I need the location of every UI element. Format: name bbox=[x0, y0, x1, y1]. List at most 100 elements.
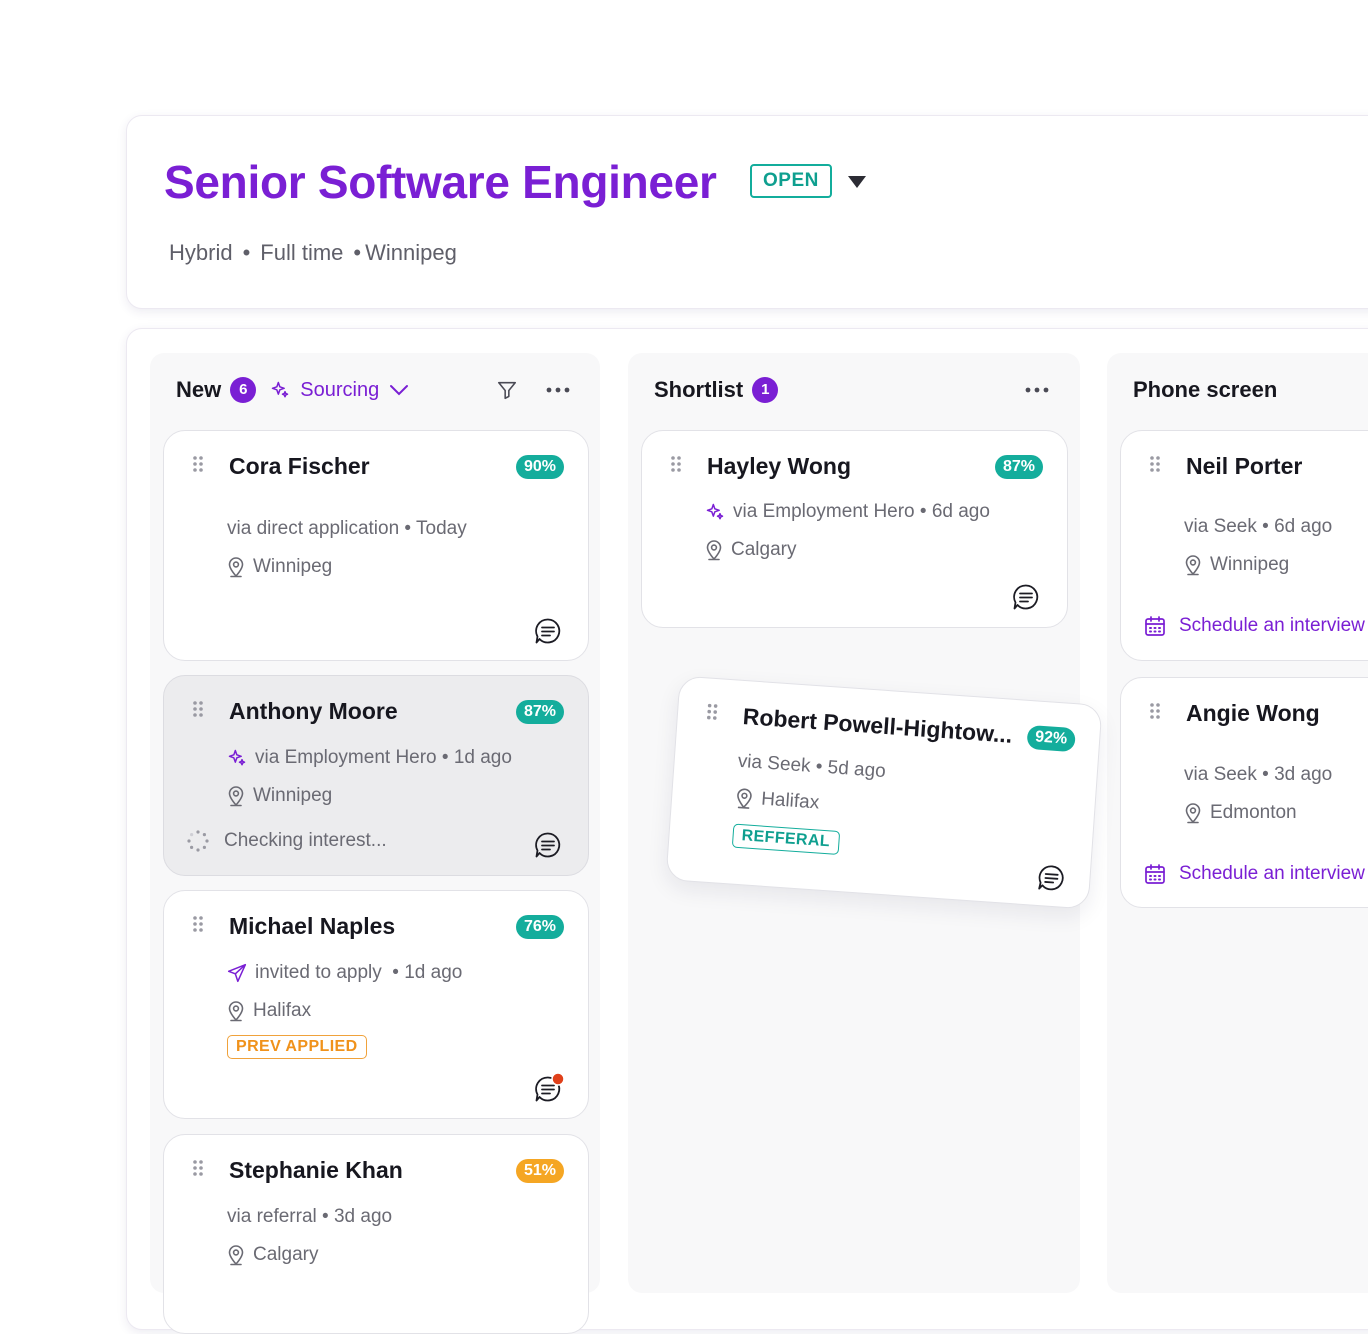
column-shortlist-header: Shortlist 1 bbox=[654, 370, 779, 410]
candidate-source-text: via Seek • 3d ago bbox=[1184, 764, 1333, 785]
candidate-name[interactable]: Robert Powell-Hightow... bbox=[742, 703, 1013, 749]
sparkle-icon bbox=[706, 503, 724, 520]
drag-handle-icon[interactable] bbox=[192, 1159, 204, 1177]
location-pin-icon bbox=[228, 557, 244, 578]
loading-spinner-icon bbox=[187, 830, 209, 852]
candidate-name[interactable]: Angie Wong bbox=[1186, 700, 1320, 727]
more-options-icon[interactable] bbox=[546, 386, 570, 394]
meta-separator: • bbox=[353, 240, 362, 265]
chat-bubble-icon[interactable] bbox=[1037, 863, 1067, 893]
sourcing-label: Sourcing bbox=[300, 378, 380, 401]
candidate-source-text: via Seek • 5d ago bbox=[737, 750, 887, 783]
column-new-count: 6 bbox=[230, 377, 257, 403]
candidate-location: Halifax bbox=[735, 787, 820, 815]
sparkle-icon bbox=[272, 381, 289, 398]
location-pin-icon bbox=[228, 1001, 244, 1022]
candidate-card-cora-fischer[interactable]: Cora Fischer 90% via direct application … bbox=[163, 430, 589, 661]
drag-handle-icon[interactable] bbox=[670, 455, 682, 473]
candidate-source-text: via direct application • Today bbox=[227, 518, 467, 539]
candidate-card-angie-wong[interactable]: Angie Wong via Seek • 3d ago Edmonton Sc… bbox=[1120, 677, 1368, 908]
candidate-location-text: Edmonton bbox=[1210, 802, 1297, 823]
candidate-source-text: invited to apply • 1d ago bbox=[255, 962, 463, 983]
candidate-card-stephanie-khan[interactable]: Stephanie Khan 51% via referral • 3d ago… bbox=[163, 1134, 589, 1334]
job-dropdown-caret-icon[interactable] bbox=[848, 176, 866, 188]
column-new-header: New 6 Sourcing bbox=[176, 370, 419, 410]
prev-applied-tag: PREV APPLIED bbox=[227, 1035, 367, 1059]
schedule-interview-label: Schedule an interview bbox=[1179, 615, 1365, 636]
candidate-name[interactable]: Stephanie Khan bbox=[229, 1157, 403, 1184]
match-score-badge: 87% bbox=[994, 455, 1043, 479]
location-pin-icon bbox=[228, 786, 244, 807]
candidate-card-robert-powell-hightower[interactable]: Robert Powell-Hightow... 92% via Seek • … bbox=[665, 675, 1103, 910]
schedule-interview-link[interactable]: Schedule an interview bbox=[1143, 614, 1365, 638]
candidate-source: via Employment Hero • 6d ago bbox=[705, 501, 990, 523]
candidate-source: via Employment Hero • 1d ago bbox=[227, 747, 512, 769]
location-pin-icon bbox=[737, 788, 752, 809]
unread-dot-icon bbox=[551, 1072, 565, 1086]
meta-separator: • bbox=[242, 240, 251, 265]
match-score-badge: 87% bbox=[515, 700, 564, 724]
match-score-badge: 92% bbox=[1026, 724, 1076, 753]
drag-handle-icon[interactable] bbox=[192, 915, 204, 933]
drag-handle-icon[interactable] bbox=[192, 455, 204, 473]
candidate-location: Winnipeg bbox=[227, 785, 332, 807]
drag-handle-icon[interactable] bbox=[1149, 702, 1161, 720]
match-score-badge: 90% bbox=[515, 455, 564, 479]
candidate-location: Winnipeg bbox=[227, 556, 332, 578]
calendar-icon bbox=[1145, 616, 1165, 636]
candidate-name[interactable]: Hayley Wong bbox=[707, 453, 851, 480]
candidate-name[interactable]: Cora Fischer bbox=[229, 453, 370, 480]
candidate-card-hayley-wong[interactable]: Hayley Wong 87% via Employment Hero • 6d… bbox=[641, 430, 1068, 628]
schedule-interview-label: Schedule an interview bbox=[1179, 863, 1365, 884]
schedule-interview-link[interactable]: Schedule an interview bbox=[1143, 862, 1365, 886]
job-location: Winnipeg bbox=[365, 240, 457, 265]
paper-plane-icon bbox=[227, 963, 247, 983]
candidate-source: via Seek • 5d ago bbox=[737, 751, 886, 783]
calendar-icon bbox=[1145, 864, 1165, 884]
candidate-source-text: via referral • 3d ago bbox=[227, 1206, 393, 1227]
candidate-location-text: Winnipeg bbox=[253, 556, 333, 577]
location-pin-icon bbox=[228, 1245, 244, 1266]
candidate-source: via referral • 3d ago bbox=[227, 1206, 392, 1228]
candidate-location-text: Halifax bbox=[253, 1000, 312, 1021]
candidate-source-text: via Seek • 6d ago bbox=[1184, 516, 1333, 537]
location-pin-icon bbox=[1185, 803, 1201, 824]
candidate-location: Winnipeg bbox=[1184, 554, 1289, 576]
job-work-mode: Hybrid bbox=[169, 240, 233, 265]
candidate-card-anthony-moore[interactable]: Anthony Moore 87% via Employment Hero • … bbox=[163, 675, 589, 876]
candidate-status: Checking interest... bbox=[186, 829, 387, 853]
job-meta: Hybrid • Full time • Winnipeg bbox=[169, 240, 457, 266]
job-employment-type: Full time bbox=[260, 240, 344, 265]
candidate-name[interactable]: Neil Porter bbox=[1186, 453, 1302, 480]
candidate-source: via Seek • 6d ago bbox=[1184, 516, 1332, 538]
location-pin-icon bbox=[1185, 555, 1201, 576]
chat-bubble-icon[interactable] bbox=[1012, 583, 1040, 611]
candidate-card-michael-naples[interactable]: Michael Naples 76% invited to apply • 1d… bbox=[163, 890, 589, 1119]
candidate-name[interactable]: Michael Naples bbox=[229, 913, 395, 940]
candidate-name[interactable]: Anthony Moore bbox=[229, 698, 398, 725]
candidate-source-text: via Employment Hero • 6d ago bbox=[733, 501, 990, 522]
match-score-badge: 76% bbox=[515, 915, 564, 939]
candidate-location-text: Winnipeg bbox=[1210, 554, 1290, 575]
column-shortlist-title: Shortlist bbox=[654, 377, 744, 402]
more-options-icon[interactable] bbox=[1025, 386, 1049, 394]
candidate-card-neil-porter[interactable]: Neil Porter via Seek • 6d ago Winnipeg S… bbox=[1120, 430, 1368, 661]
chat-bubble-icon[interactable] bbox=[534, 831, 562, 859]
drag-handle-icon[interactable] bbox=[1149, 455, 1161, 473]
candidate-location: Calgary bbox=[227, 1244, 318, 1266]
candidate-status-text: Checking interest... bbox=[224, 830, 387, 851]
drag-handle-icon[interactable] bbox=[192, 700, 204, 718]
chat-bubble-icon[interactable] bbox=[534, 617, 562, 645]
drag-handle-icon[interactable] bbox=[706, 702, 719, 721]
candidate-source: via Seek • 3d ago bbox=[1184, 764, 1332, 786]
candidate-location: Halifax bbox=[227, 1000, 311, 1022]
candidate-location-text: Calgary bbox=[731, 539, 797, 560]
candidate-location-text: Halifax bbox=[760, 788, 820, 814]
column-phone-screen-title: Phone screen bbox=[1133, 377, 1278, 402]
sourcing-dropdown[interactable]: Sourcing bbox=[270, 379, 419, 402]
filter-icon[interactable] bbox=[496, 379, 518, 401]
candidate-source-text: via Employment Hero • 1d ago bbox=[255, 747, 512, 768]
candidate-location-text: Calgary bbox=[253, 1244, 319, 1265]
referral-tag: REFFERAL bbox=[731, 823, 840, 855]
column-phone-screen-header: Phone screen bbox=[1133, 370, 1277, 410]
